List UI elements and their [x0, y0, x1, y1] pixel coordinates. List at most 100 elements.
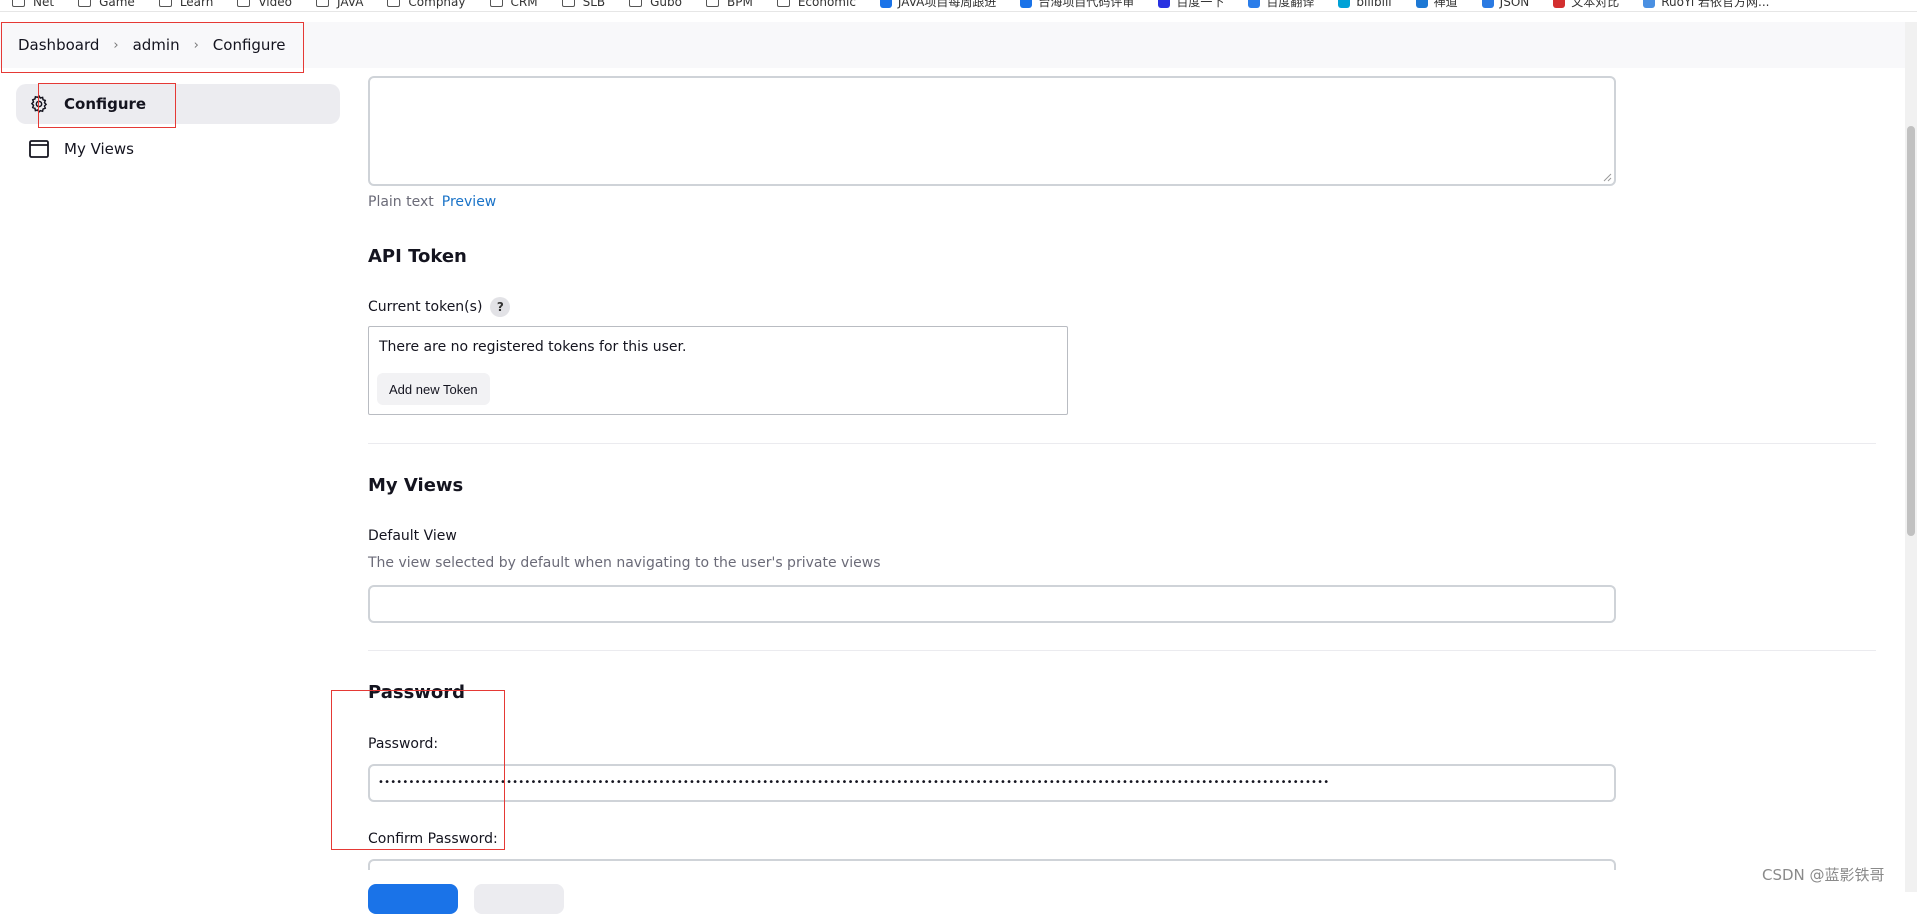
baidu-icon — [1158, 0, 1171, 8]
bookmark-label: BPM — [727, 0, 753, 9]
watermark: CSDN @蓝影铁哥 — [1762, 866, 1885, 884]
bookmark-item[interactable]: RuoYi 若依官方网... — [1643, 0, 1770, 10]
add-new-token-button[interactable]: Add new Token — [377, 373, 490, 405]
bookmark-item[interactable]: 百度翻译 — [1248, 0, 1314, 10]
sidebar-item-label: My Views — [64, 140, 134, 158]
bookmark-label: 禅道 — [1433, 0, 1458, 9]
breadcrumb-bar: Dashboard › admin › Configure — [0, 22, 1917, 68]
breadcrumb-configure[interactable]: Configure — [213, 36, 286, 54]
bookmark-label: Comphay — [408, 0, 466, 9]
confirm-password-label: Confirm Password: — [368, 831, 498, 847]
default-view-description: The view selected by default when naviga… — [368, 555, 881, 571]
scrollbar-thumb[interactable] — [1907, 126, 1915, 536]
breadcrumb-separator: › — [113, 37, 119, 53]
folder-icon — [776, 0, 790, 7]
bookmark-item[interactable]: Learn — [158, 0, 214, 9]
bookmark-item[interactable]: BPM — [706, 0, 753, 9]
save-button[interactable] — [368, 884, 458, 914]
bookmark-item[interactable]: 台海项目代码评审 — [1020, 0, 1134, 10]
folder-icon — [387, 0, 401, 7]
bookmarks-row: Net Game Learn Video JAVA Comphay CRM SLB Gubo BP… — [12, 0, 1794, 10]
folder-icon — [561, 0, 575, 7]
bookmark-item[interactable]: CRM — [489, 0, 538, 9]
bookmark-item[interactable]: Economic — [776, 0, 856, 9]
bilibili-icon — [1338, 0, 1351, 8]
bookmark-item[interactable]: 禅道 — [1415, 0, 1458, 10]
folder-icon — [158, 0, 172, 7]
breadcrumb: Dashboard › admin › Configure — [18, 22, 286, 68]
bookmark-item[interactable]: bilibili — [1338, 0, 1392, 9]
bookmark-item[interactable]: 文本对比 — [1553, 0, 1619, 10]
default-view-input[interactable] — [368, 585, 1616, 623]
preview-link[interactable]: Preview — [442, 194, 497, 210]
doc-icon — [879, 0, 892, 8]
password-input[interactable]: ••••••••••••••••••••••••••••••••••••••••… — [368, 764, 1616, 802]
bookmark-label: Video — [258, 0, 292, 9]
apply-button[interactable] — [474, 884, 564, 914]
current-tokens-text: Current token(s) — [368, 299, 483, 315]
current-tokens-label: Current token(s)? — [368, 297, 511, 317]
help-icon[interactable]: ? — [490, 297, 511, 317]
json-icon — [1481, 0, 1494, 8]
page-scrollbar[interactable] — [1905, 22, 1917, 892]
sidebar-item-configure[interactable]: Configure — [16, 84, 340, 124]
bookmark-label: JAVA项目每周跟进 — [897, 0, 997, 9]
password-heading: Password — [368, 682, 466, 703]
bookmark-label: JAVA — [336, 0, 364, 9]
ruoyi-icon — [1643, 0, 1656, 8]
description-format: Plain text Preview — [368, 194, 496, 210]
bookmark-item[interactable]: Net — [12, 0, 54, 9]
bookmark-item[interactable]: Video — [237, 0, 292, 9]
bookmark-label: RuoYi 若依官方网... — [1661, 0, 1770, 9]
bookmark-label: 文本对比 — [1571, 0, 1620, 9]
bookmark-label: 台海项目代码评审 — [1038, 0, 1135, 9]
bookmark-label: 百度翻译 — [1266, 0, 1315, 9]
section-divider — [368, 443, 1876, 444]
translate-icon — [1248, 0, 1261, 8]
bookmark-item[interactable]: SLB — [561, 0, 606, 9]
bookmark-label: 百度一下 — [1176, 0, 1225, 9]
resize-grip-icon[interactable] — [1602, 172, 1612, 182]
bookmarks-bar: Net Game Learn Video JAVA Comphay CRM SLB Gubo BP… — [0, 0, 1917, 12]
bookmark-label: CRM — [510, 0, 538, 9]
sidebar: Configure My Views — [16, 84, 340, 174]
bookmark-label: Net — [33, 0, 55, 9]
bookmark-item[interactable]: Comphay — [387, 0, 466, 9]
default-view-label: Default View — [368, 528, 457, 544]
zentao-icon — [1415, 0, 1428, 8]
format-label: Plain text — [368, 194, 434, 210]
window-icon — [28, 138, 50, 160]
bookmark-item[interactable]: 百度一下 — [1158, 0, 1224, 10]
section-divider — [368, 650, 1876, 651]
bookmark-item[interactable]: JAVA项目每周跟进 — [879, 0, 997, 10]
bookmark-label: JSON — [1499, 0, 1530, 9]
breadcrumb-dashboard[interactable]: Dashboard — [18, 36, 99, 54]
folder-icon — [315, 0, 329, 7]
sidebar-item-label: Configure — [64, 95, 147, 113]
bookmark-label: SLB — [582, 0, 606, 9]
folder-icon — [706, 0, 719, 7]
bookmark-label: bilibili — [1356, 0, 1392, 9]
api-token-heading: API Token — [368, 246, 467, 267]
bookmark-label: Economic — [797, 0, 856, 9]
bookmark-label: Learn — [179, 0, 214, 9]
folder-icon — [237, 0, 251, 7]
doc-icon — [1020, 0, 1033, 8]
breadcrumb-separator: › — [193, 37, 199, 53]
compare-icon — [1553, 0, 1566, 8]
bookmark-label: Game — [99, 0, 135, 9]
breadcrumb-admin[interactable]: admin — [133, 36, 180, 54]
bottom-action-bar — [0, 870, 1917, 892]
sidebar-item-my-views[interactable]: My Views — [16, 129, 340, 169]
bookmark-item[interactable]: JSON — [1481, 0, 1530, 9]
bookmark-item[interactable]: Game — [78, 0, 135, 9]
folder-icon — [12, 0, 25, 7]
bookmark-item[interactable]: Gubo — [629, 0, 682, 9]
bookmark-label: Gubo — [650, 0, 682, 9]
bookmark-item[interactable]: JAVA — [315, 0, 364, 9]
gear-icon — [28, 93, 50, 115]
password-label: Password: — [368, 736, 439, 752]
my-views-heading: My Views — [368, 475, 464, 496]
folder-icon — [78, 0, 92, 7]
description-textarea[interactable] — [368, 76, 1616, 186]
